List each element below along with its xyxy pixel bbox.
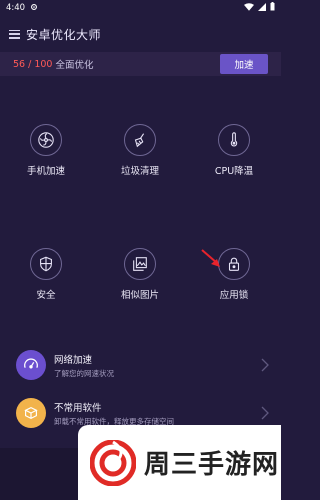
pointer-arrow-icon [200,248,224,276]
chevron-right-icon [261,357,269,376]
shield-icon [30,248,62,280]
score-value: 56 / 100 [13,58,53,70]
feature-label: 安全 [36,290,56,301]
feature-label: 垃圾清理 [120,166,159,177]
signal-icon [258,2,266,14]
feature-label: CPU降温 [214,166,254,177]
boost-button[interactable]: 加速 [220,54,268,74]
status-bar: 4:40 [0,0,281,16]
list-subtitle: 了解您的网速状况 [54,369,114,378]
feature-label: 手机加速 [26,166,65,177]
score-label: 全面优化 [55,60,94,71]
feature-label: 应用锁 [219,290,249,301]
watermark-logo-icon [90,439,136,486]
feature-phone-boost[interactable]: 手机加速 [6,124,86,177]
chevron-right-icon [261,405,269,424]
list-title: 网络加速 [54,355,93,366]
box-icon [16,398,46,428]
score-bar: 56 / 100 全面优化 加速 [0,52,281,76]
speedometer-icon [16,350,46,380]
feature-security[interactable]: 安全 [6,248,86,301]
list-title: 不常用软件 [54,403,102,414]
battery-icon [270,2,275,14]
fan-icon [30,124,62,156]
status-time: 4:40 [6,3,26,13]
photos-icon [124,248,156,280]
list-item-network-boost[interactable]: 网络加速 了解您的网速状况 [0,345,281,385]
thermometer-icon [218,124,250,156]
wifi-icon [244,2,254,14]
app-bar: 安卓优化大师 [0,22,281,46]
broom-icon [124,124,156,156]
feature-junk-clean[interactable]: 垃圾清理 [100,124,180,177]
menu-icon[interactable] [9,29,20,39]
watermark-text: 周三手游网 [144,450,280,480]
feature-label: 相似图片 [120,290,159,301]
page-title: 安卓优化大师 [26,27,102,42]
gear-icon [30,3,38,14]
feature-similar-photos[interactable]: 相似图片 [100,248,180,301]
feature-cpu-cool[interactable]: CPU降温 [194,124,274,177]
watermark: 周三手游网 [78,425,281,500]
